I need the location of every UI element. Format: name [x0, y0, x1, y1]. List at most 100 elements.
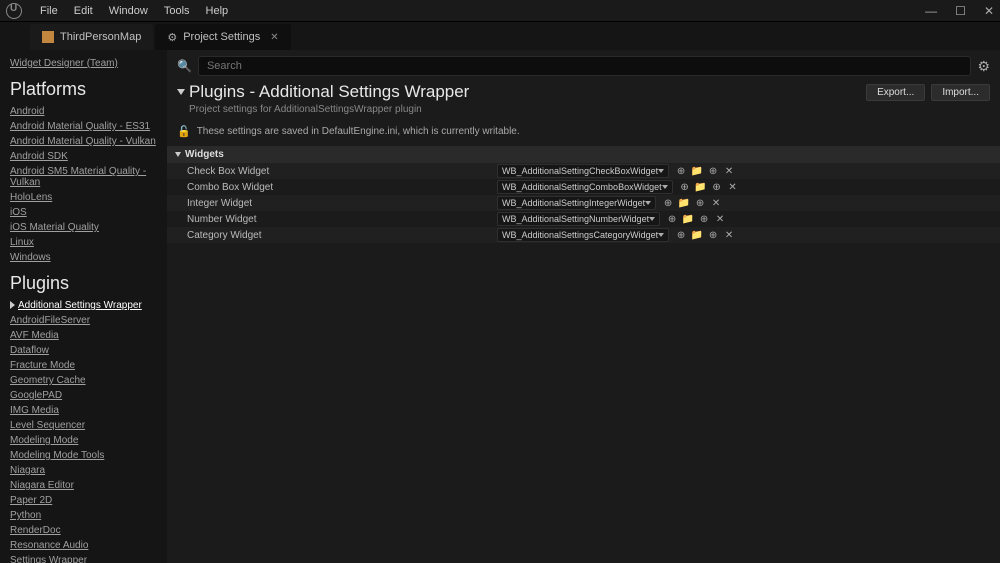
new-asset-icon[interactable]: ⊕ — [707, 165, 719, 177]
maximize-icon[interactable]: ☐ — [955, 4, 966, 18]
search-input[interactable] — [198, 56, 971, 76]
class-picker-dropdown[interactable]: WB_AdditionalSettingNumberWidget — [497, 212, 660, 226]
browse-icon[interactable]: 📁 — [695, 181, 707, 193]
sidebar-item[interactable]: iOS Material Quality — [10, 220, 167, 235]
menu-window[interactable]: Window — [101, 5, 156, 17]
sidebar-item[interactable]: Niagara Editor — [10, 478, 167, 493]
category-name: Widgets — [185, 149, 224, 160]
gear-icon: ⚙ — [167, 31, 177, 44]
chevron-down-icon — [662, 185, 668, 189]
close-icon[interactable]: ✕ — [984, 4, 994, 18]
minimize-icon[interactable]: — — [925, 4, 937, 18]
sidebar-item[interactable]: GooglePAD — [10, 388, 167, 403]
sidebar-item[interactable]: AndroidFileServer — [10, 313, 167, 328]
sidebar-item[interactable]: Python — [10, 508, 167, 523]
browse-icon[interactable]: 📁 — [682, 213, 694, 225]
class-picker-dropdown[interactable]: WB_AdditionalSettingIntegerWidget — [497, 196, 656, 210]
content-panel: 🔍 ⚙ Plugins - Additional Settings Wrappe… — [167, 50, 1000, 563]
tab-close-icon[interactable]: ✕ — [270, 32, 278, 43]
sidebar-item[interactable]: Niagara — [10, 463, 167, 478]
clear-icon[interactable]: ✕ — [710, 197, 722, 209]
sidebar-item[interactable]: IMG Media — [10, 403, 167, 418]
sidebar[interactable]: Widget Designer (Team) Platforms Android… — [0, 50, 167, 563]
sidebar-item[interactable]: Android Material Quality - ES31 — [10, 119, 167, 134]
settings-gear-icon[interactable]: ⚙ — [977, 58, 990, 75]
sidebar-platforms-group: AndroidAndroid Material Quality - ES31An… — [10, 104, 167, 265]
tab-project-settings[interactable]: ⚙ Project Settings ✕ — [155, 24, 290, 50]
property-row: Integer Widget WB_AdditionalSettingIntege… — [167, 195, 1000, 211]
sidebar-item[interactable]: Modeling Mode Tools — [10, 448, 167, 463]
dropdown-value: WB_AdditionalSettingIntegerWidget — [502, 198, 645, 208]
new-asset-icon[interactable]: ⊕ — [707, 229, 719, 241]
sidebar-item[interactable]: Linux — [10, 235, 167, 250]
sidebar-item[interactable]: Paper 2D — [10, 493, 167, 508]
chevron-down-icon — [175, 152, 181, 157]
clear-icon[interactable]: ✕ — [727, 181, 739, 193]
property-row: Category Widget WB_AdditionalSettingsCate… — [167, 227, 1000, 243]
page-title-text: Plugins - Additional Settings Wrapper — [189, 82, 469, 102]
sidebar-item[interactable]: Windows — [10, 250, 167, 265]
use-selected-icon[interactable]: ⊕ — [679, 181, 691, 193]
use-selected-icon[interactable]: ⊕ — [675, 165, 687, 177]
sidebar-item[interactable]: Dataflow — [10, 343, 167, 358]
browse-icon[interactable]: 📁 — [691, 165, 703, 177]
sidebar-item[interactable]: iOS — [10, 205, 167, 220]
menu-tools[interactable]: Tools — [156, 5, 198, 17]
sidebar-item[interactable]: RenderDoc — [10, 523, 167, 538]
category-header[interactable]: Widgets — [167, 146, 1000, 163]
sidebar-item[interactable]: HoloLens — [10, 190, 167, 205]
property-label: Number Widget — [187, 214, 497, 225]
unlock-icon: 🔓 — [177, 125, 191, 138]
sidebar-item[interactable]: Additional Settings Wrapper — [10, 298, 167, 313]
sidebar-item[interactable]: Geometry Cache — [10, 373, 167, 388]
use-selected-icon[interactable]: ⊕ — [666, 213, 678, 225]
menu-edit[interactable]: Edit — [66, 5, 101, 17]
class-picker-dropdown[interactable]: WB_AdditionalSettingCheckBoxWidget — [497, 164, 669, 178]
property-row: Check Box WidgetWB_AdditionalSettingChec… — [167, 163, 1000, 179]
class-picker-dropdown[interactable]: WB_AdditionalSettingComboBoxWidget — [497, 180, 673, 194]
dropdown-value: WB_AdditionalSettingNumberWidget — [502, 214, 649, 224]
sidebar-item[interactable]: Settings Wrapper — [10, 553, 167, 563]
sidebar-item[interactable]: Android — [10, 104, 167, 119]
sidebar-item[interactable]: Resonance Audio — [10, 538, 167, 553]
property-label: Category Widget — [187, 230, 497, 241]
clear-icon[interactable]: ✕ — [723, 165, 735, 177]
new-asset-icon[interactable]: ⊕ — [698, 213, 710, 225]
search-icon: 🔍 — [177, 59, 192, 73]
clear-icon[interactable]: ✕ — [723, 229, 735, 241]
sidebar-item[interactable]: Fracture Mode — [10, 358, 167, 373]
tab-thirdpersonmap[interactable]: ThirdPersonMap — [30, 24, 153, 50]
sidebar-item[interactable]: AVF Media — [10, 328, 167, 343]
import-button[interactable]: Import... — [931, 84, 990, 101]
new-asset-icon[interactable]: ⊕ — [711, 181, 723, 193]
sidebar-item[interactable]: Modeling Mode — [10, 433, 167, 448]
property-label: Check Box Widget — [187, 166, 497, 177]
sidebar-item[interactable]: Android SM5 Material Quality - Vulkan — [10, 164, 167, 190]
use-selected-icon[interactable]: ⊕ — [675, 229, 687, 241]
new-asset-icon[interactable]: ⊕ — [694, 197, 706, 209]
map-icon — [42, 31, 54, 43]
sidebar-link-widget-designer[interactable]: Widget Designer (Team) — [10, 56, 167, 71]
sidebar-head-platforms: Platforms — [10, 71, 167, 104]
menu-file[interactable]: File — [32, 5, 66, 17]
menu-help[interactable]: Help — [198, 5, 237, 17]
clear-icon[interactable]: ✕ — [714, 213, 726, 225]
class-picker-dropdown[interactable]: WB_AdditionalSettingsCategoryWidget — [497, 228, 669, 242]
dropdown-value: WB_AdditionalSettingsCategoryWidget — [502, 230, 658, 240]
chevron-down-icon — [658, 233, 664, 237]
property-label: Integer Widget — [187, 198, 497, 209]
sidebar-item[interactable]: Android Material Quality - Vulkan — [10, 134, 167, 149]
browse-icon[interactable]: 📁 — [691, 229, 703, 241]
expand-caret-icon[interactable] — [177, 89, 185, 95]
sidebar-head-plugins: Plugins — [10, 265, 167, 298]
sidebar-item[interactable]: Android SDK — [10, 149, 167, 164]
dropdown-value: WB_AdditionalSettingComboBoxWidget — [502, 182, 662, 192]
chevron-down-icon — [658, 169, 664, 173]
sidebar-plugins-group: Additional Settings WrapperAndroidFileSe… — [10, 298, 167, 563]
export-button[interactable]: Export... — [866, 84, 925, 101]
browse-icon[interactable]: 📁 — [678, 197, 690, 209]
property-rows: Check Box WidgetWB_AdditionalSettingChec… — [167, 163, 1000, 243]
sidebar-item[interactable]: Level Sequencer — [10, 418, 167, 433]
use-selected-icon[interactable]: ⊕ — [662, 197, 674, 209]
tab-label: ThirdPersonMap — [60, 31, 141, 43]
